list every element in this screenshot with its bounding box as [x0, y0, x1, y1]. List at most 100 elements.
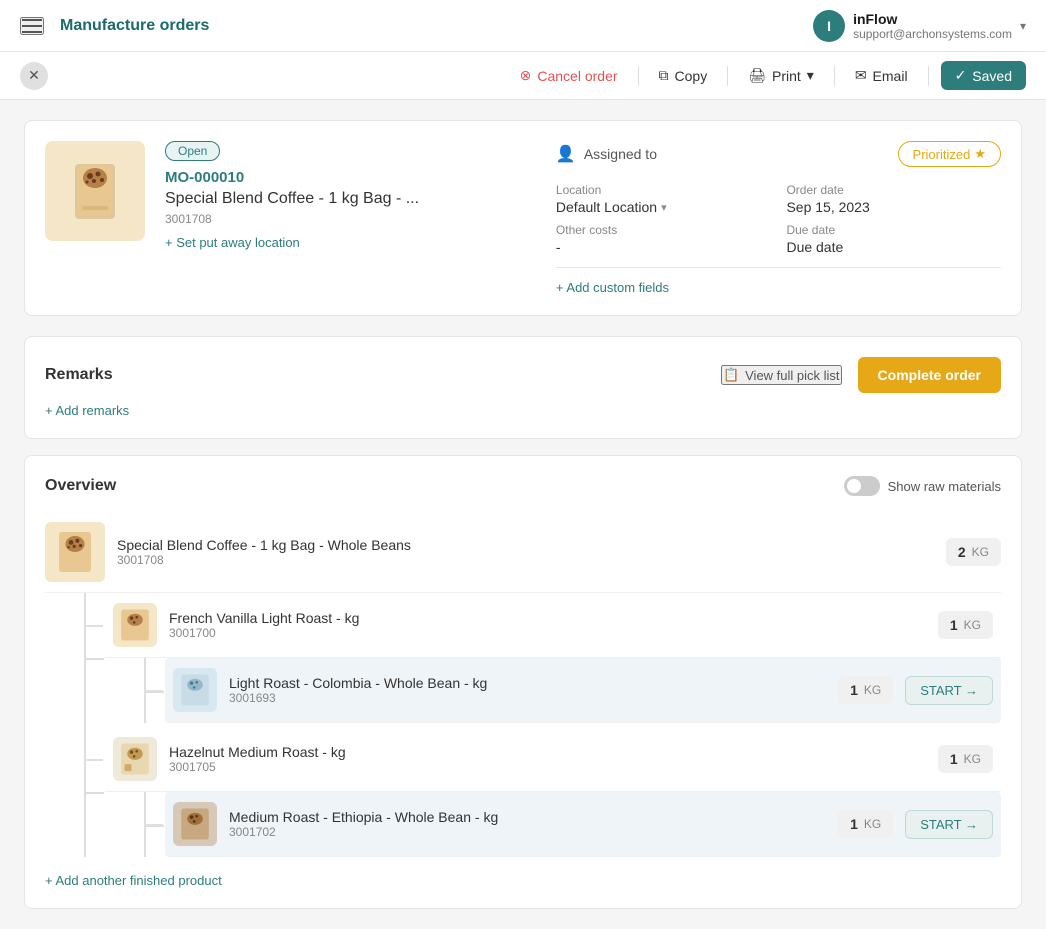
action-bar-left: ✕ [20, 62, 48, 90]
status-badge: Open [165, 141, 220, 161]
child-1-thumb [113, 603, 157, 647]
sub-child-2-start-button[interactable]: START → [905, 810, 993, 839]
child-2-thumb [113, 737, 157, 781]
hamburger-menu[interactable] [20, 17, 44, 35]
assigned-to-label: 👤 Assigned to [556, 144, 657, 164]
product-image [45, 141, 145, 241]
print-chevron-icon: ▾ [807, 67, 814, 84]
child-1-qty: 1 KG [938, 611, 993, 639]
sub-child-1-info: Light Roast - Colombia - Whole Bean - kg… [229, 675, 534, 705]
toggle-row: Show raw materials [844, 476, 1001, 496]
order-meta: 👤 Assigned to Prioritized ★ Location Def… [556, 141, 1001, 295]
children-group: French Vanilla Light Roast - kg 3001700 … [85, 593, 1001, 857]
sub-child-1-thumb [173, 668, 217, 712]
complete-order-button[interactable]: Complete order [858, 357, 1001, 393]
email-button[interactable]: ✉ Email [847, 63, 916, 88]
toggle-label: Show raw materials [888, 479, 1001, 494]
copy-icon: ⧉ [659, 67, 669, 84]
sub-child-2-name: Medium Roast - Ethiopia - Whole Bean - k… [229, 809, 534, 825]
overview-header: Overview Show raw materials [45, 476, 1001, 496]
tree-container: Special Blend Coffee - 1 kg Bag - Whole … [45, 512, 1001, 888]
product-name: Special Blend Coffee - 1 kg Bag - ... [165, 190, 536, 208]
user-email: support@archonsystems.com [853, 27, 1012, 41]
person-icon: 👤 [556, 144, 576, 164]
set-put-away-location[interactable]: + Set put away location [165, 235, 300, 250]
child-2-sku: 3001705 [169, 760, 553, 774]
app-title: Manufacture orders [60, 17, 209, 35]
saved-button[interactable]: ✓ Saved [941, 61, 1026, 90]
add-finished-product-button[interactable]: + Add another finished product [45, 873, 1001, 888]
child-2-group: Hazelnut Medium Roast - kg 3001705 1 KG [85, 727, 1001, 857]
chevron-down-icon[interactable]: ▾ [1020, 19, 1026, 33]
divider [556, 267, 1001, 268]
divider [834, 66, 835, 86]
root-qty-badge: 2 KG [946, 538, 1001, 566]
main-content: Open MO-000010 Special Blend Coffee - 1 … [0, 100, 1046, 929]
close-button[interactable]: ✕ [20, 62, 48, 90]
sub-child-1-name: Light Roast - Colombia - Whole Bean - kg [229, 675, 534, 691]
avatar: I [813, 10, 845, 42]
cancel-order-button[interactable]: ⊗ Cancel order [512, 63, 626, 88]
order-card: Open MO-000010 Special Blend Coffee - 1 … [24, 120, 1022, 316]
sub-child-2-sku: 3001702 [229, 825, 534, 839]
overview-title: Overview [45, 477, 116, 495]
child-1-item: French Vanilla Light Roast - kg 3001700 … [105, 593, 1001, 658]
remarks-header: Remarks 📋 View full pick list Complete o… [45, 357, 1001, 393]
root-item-sku: 3001708 [117, 553, 531, 567]
child-2-name: Hazelnut Medium Roast - kg [169, 744, 553, 760]
divider [727, 66, 728, 86]
print-button[interactable]: 🖨 Print ▾ [740, 63, 822, 88]
sub-child-2-group: Medium Roast - Ethiopia - Whole Bean - k… [145, 792, 1001, 857]
remarks-title: Remarks [45, 366, 113, 384]
product-sku: 3001708 [165, 212, 536, 226]
tree-root-item: Special Blend Coffee - 1 kg Bag - Whole … [45, 512, 1001, 593]
action-bar-right: ⊗ Cancel order ⧉ Copy 🖨 Print ▾ ✉ Email … [512, 61, 1026, 90]
overview-section: Overview Show raw materials [24, 455, 1022, 909]
child-1-name: French Vanilla Light Roast - kg [169, 610, 553, 626]
nav-right: I inFlow support@archonsystems.com ▾ [813, 10, 1026, 42]
sub-child-2-info: Medium Roast - Ethiopia - Whole Bean - k… [229, 809, 534, 839]
action-bar: ✕ ⊗ Cancel order ⧉ Copy 🖨 Print ▾ ✉ Emai… [0, 52, 1046, 100]
prioritized-badge[interactable]: Prioritized ★ [898, 141, 1001, 167]
add-custom-fields[interactable]: + Add custom fields [556, 280, 1001, 295]
root-item-name: Special Blend Coffee - 1 kg Bag - Whole … [117, 537, 531, 553]
sub-child-1-start-button[interactable]: START → [905, 676, 993, 705]
location-value[interactable]: Default Location ▾ [556, 199, 771, 215]
meta-grid: Location Default Location ▾ Order date S… [556, 183, 1001, 255]
order-date-item: Order date Sep 15, 2023 [786, 183, 1001, 215]
copy-button[interactable]: ⧉ Copy [651, 63, 716, 88]
view-pick-list-button[interactable]: 📋 View full pick list [721, 365, 842, 385]
divider [638, 66, 639, 86]
sub-child-2-item: Medium Roast - Ethiopia - Whole Bean - k… [165, 792, 1001, 857]
nav-left: Manufacture orders [20, 17, 209, 35]
child-2-item: Hazelnut Medium Roast - kg 3001705 1 KG [105, 727, 1001, 792]
sub-child-2-qty: 1 KG [838, 810, 893, 838]
sub-child-2: Medium Roast - Ethiopia - Whole Bean - k… [145, 792, 1001, 857]
sub-child-2-thumb [173, 802, 217, 846]
user-info: inFlow support@archonsystems.com [853, 11, 1012, 41]
due-date-item: Due date Due date [786, 223, 1001, 255]
sub-child-1-sku: 3001693 [229, 691, 534, 705]
child-2-qty: 1 KG [938, 745, 993, 773]
top-nav: Manufacture orders I inFlow support@arch… [0, 0, 1046, 52]
other-costs-item: Other costs - [556, 223, 771, 255]
user-name: inFlow [853, 11, 1012, 27]
child-1-sku: 3001700 [169, 626, 553, 640]
child-1-info: French Vanilla Light Roast - kg 3001700 [169, 610, 553, 640]
assigned-row: 👤 Assigned to Prioritized ★ [556, 141, 1001, 167]
check-icon: ✓ [955, 67, 967, 84]
add-remarks-button[interactable]: + Add remarks [45, 403, 1001, 418]
cancel-icon: ⊗ [520, 67, 532, 84]
sub-child-1-qty: 1 KG [838, 676, 893, 704]
order-details: Open MO-000010 Special Blend Coffee - 1 … [165, 141, 536, 295]
order-number: MO-000010 [165, 169, 536, 186]
raw-materials-toggle[interactable] [844, 476, 880, 496]
root-item-info: Special Blend Coffee - 1 kg Bag - Whole … [117, 537, 531, 567]
remarks-section: Remarks 📋 View full pick list Complete o… [24, 336, 1022, 439]
remarks-actions: 📋 View full pick list Complete order [721, 357, 1001, 393]
order-left [45, 141, 145, 295]
child-1-group: French Vanilla Light Roast - kg 3001700 … [85, 593, 1001, 723]
divider [928, 66, 929, 86]
star-icon: ★ [974, 146, 986, 162]
child-2-info: Hazelnut Medium Roast - kg 3001705 [169, 744, 553, 774]
